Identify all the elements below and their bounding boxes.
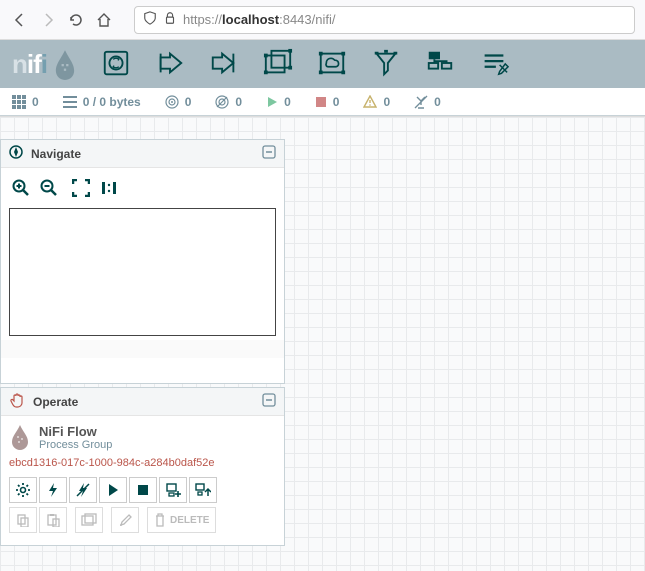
bullseye-slash-icon <box>215 95 229 109</box>
list-icon <box>63 95 77 109</box>
url-bar[interactable]: https://localhost:8443/nifi/ <box>134 6 635 34</box>
lock-icon <box>163 11 177 28</box>
zoom-in-icon <box>12 179 30 197</box>
actual-size-icon <box>100 179 118 197</box>
copy-icon <box>16 513 30 527</box>
color-button <box>111 507 139 533</box>
shield-icon <box>143 11 157 28</box>
status-stopped: 0 <box>315 95 340 109</box>
navigate-header: Navigate <box>1 140 284 168</box>
bolt-slash-icon <box>75 482 91 498</box>
zoom-actual-button[interactable] <box>97 176 121 200</box>
group-button <box>75 507 103 533</box>
enable-button[interactable] <box>39 477 67 503</box>
stop-icon <box>136 483 150 497</box>
template-upload-icon <box>195 482 211 498</box>
input-port-icon[interactable] <box>155 48 185 81</box>
operate-panel: Operate NiFi Flow Process Group ebcd1316… <box>0 387 285 546</box>
paste-icon <box>46 513 60 527</box>
fit-icon <box>72 179 90 197</box>
output-port-icon[interactable] <box>209 48 239 81</box>
flow-name: NiFi Flow <box>39 424 112 439</box>
process-group-icon[interactable] <box>263 48 293 81</box>
collapse-button[interactable] <box>262 145 276 162</box>
home-icon <box>96 12 112 28</box>
paste-button <box>39 507 67 533</box>
bolt-icon <box>46 482 60 498</box>
collapse-button[interactable] <box>262 393 276 410</box>
create-template-button[interactable] <box>159 477 187 503</box>
grid-icon <box>12 95 26 109</box>
operate-buttons-row-1 <box>9 477 276 503</box>
upload-template-button[interactable] <box>189 477 217 503</box>
delete-button: DELETE <box>147 507 216 533</box>
drop-icon <box>9 424 31 453</box>
flow-type: Process Group <box>39 439 112 451</box>
processor-icon[interactable] <box>101 48 131 81</box>
flow-info: NiFi Flow Process Group <box>9 424 276 453</box>
status-invalid: 0 <box>363 95 390 109</box>
bullseye-icon <box>165 95 179 109</box>
compass-icon <box>9 145 23 162</box>
status-active-threads: 0 <box>12 95 39 109</box>
funnel-icon[interactable] <box>371 48 401 81</box>
home-button[interactable] <box>94 10 114 30</box>
zoom-out-icon <box>40 179 58 197</box>
navigate-controls <box>1 168 284 208</box>
operate-title: Operate <box>33 395 254 409</box>
group-icon <box>81 513 97 527</box>
minus-square-icon <box>262 393 276 407</box>
template-icon[interactable] <box>425 48 455 81</box>
play-icon <box>106 483 120 497</box>
zoom-out-button[interactable] <box>37 176 61 200</box>
status-running: 0 <box>266 95 291 109</box>
birdseye-footer <box>1 340 284 358</box>
navigate-title: Navigate <box>31 147 254 161</box>
minus-square-icon <box>262 145 276 159</box>
back-button[interactable] <box>10 10 30 30</box>
reload-button[interactable] <box>66 10 86 30</box>
zoom-in-button[interactable] <box>9 176 33 200</box>
trash-icon <box>154 513 166 527</box>
template-add-icon <box>165 482 181 498</box>
paint-icon <box>118 513 132 527</box>
gear-icon <box>15 482 31 498</box>
stop-button[interactable] <box>129 477 157 503</box>
browser-nav-bar: https://localhost:8443/nifi/ <box>0 0 645 40</box>
component-toolbar <box>101 48 509 81</box>
warning-icon <box>363 95 377 109</box>
status-queued: 0 / 0 bytes <box>63 95 141 109</box>
operate-header: Operate <box>1 388 284 416</box>
arrow-left-icon <box>12 12 28 28</box>
forward-button[interactable] <box>38 10 58 30</box>
zoom-fit-button[interactable] <box>69 176 93 200</box>
canvas[interactable]: Navigate Operate <box>0 116 645 571</box>
drop-icon <box>51 48 79 80</box>
play-icon <box>266 96 278 108</box>
copy-button <box>9 507 37 533</box>
nifi-logo: nifi <box>12 48 79 80</box>
reload-icon <box>68 12 84 28</box>
arrow-right-icon <box>40 12 56 28</box>
birdseye-view[interactable] <box>9 208 276 336</box>
disabled-icon <box>414 95 428 109</box>
disable-button[interactable] <box>69 477 97 503</box>
remote-process-group-icon[interactable] <box>317 48 347 81</box>
label-icon[interactable] <box>479 48 509 81</box>
navigate-panel: Navigate <box>0 139 285 384</box>
flow-id: ebcd1316-017c-1000-984c-a284b0daf52e <box>9 457 276 469</box>
stop-icon <box>315 96 327 108</box>
configure-button[interactable] <box>9 477 37 503</box>
start-button[interactable] <box>99 477 127 503</box>
hand-icon <box>9 392 25 411</box>
url-text: https://localhost:8443/nifi/ <box>183 12 626 27</box>
status-disabled: 0 <box>414 95 441 109</box>
status-transmitting: 0 <box>165 95 192 109</box>
operate-buttons-row-2: DELETE <box>9 507 276 533</box>
status-bar: 0 0 / 0 bytes 0 0 0 0 0 0 <box>0 88 645 116</box>
status-not-transmitting: 0 <box>215 95 242 109</box>
nifi-header: nifi <box>0 40 645 88</box>
